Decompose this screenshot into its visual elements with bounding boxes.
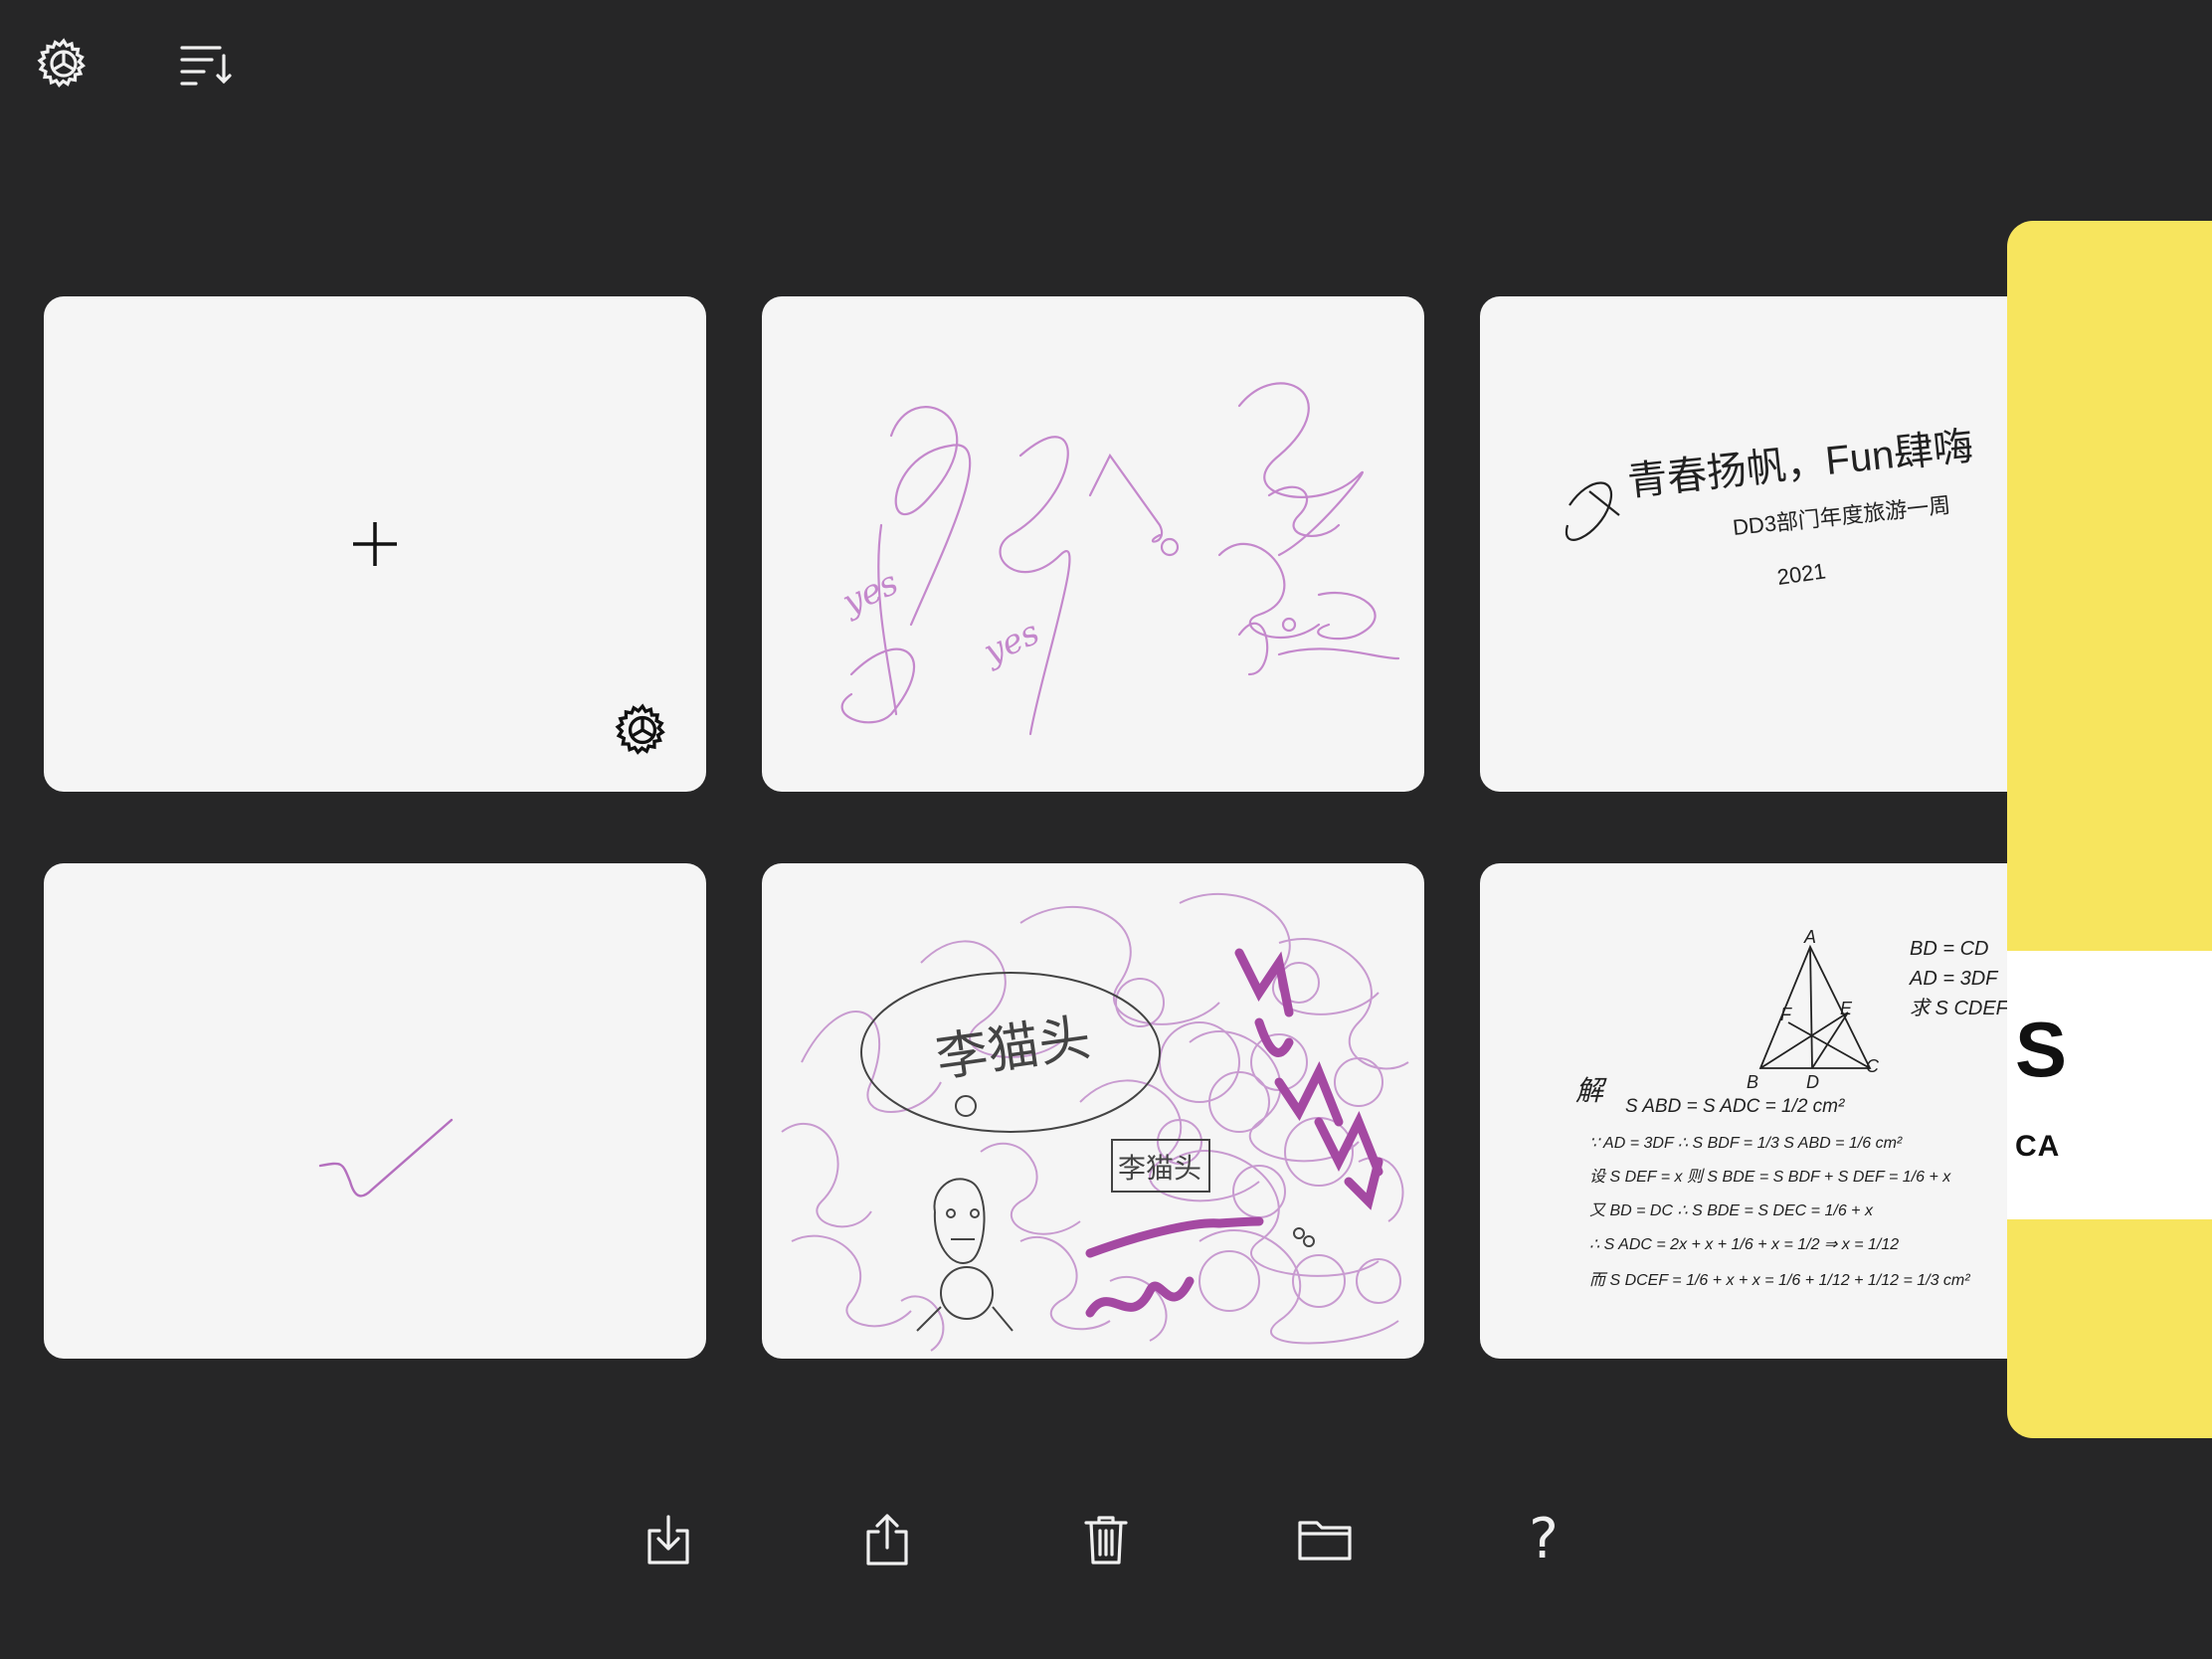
note-text: 李猫头 bbox=[933, 1010, 1095, 1088]
new-note-card[interactable] bbox=[44, 296, 706, 792]
note-text: DD3部门年度旅游一周 bbox=[1732, 492, 1951, 540]
plus-icon bbox=[353, 522, 397, 566]
side-panel-title: S bbox=[2015, 1006, 2068, 1093]
share-button[interactable] bbox=[851, 1504, 923, 1575]
note-text: 求 S CDEF bbox=[1910, 998, 2010, 1019]
trash-icon bbox=[1084, 1516, 1128, 1565]
note-text: F bbox=[1780, 1005, 1792, 1024]
note-card[interactable]: yes yes bbox=[762, 296, 1424, 792]
side-panel[interactable]: S CA bbox=[2007, 221, 2212, 1438]
delete-button[interactable] bbox=[1070, 1504, 1142, 1575]
note-text: yes bbox=[834, 563, 904, 624]
note-text: 又 BD = DC ∴ S BDE = S DEC = 1/6 + x bbox=[1589, 1202, 1874, 1219]
note-text: ∴ S ADC = 2x + x + 1/6 + x = 1/2 ⇒ x = 1… bbox=[1589, 1236, 1899, 1253]
note-text: 设 S DEF = x 则 S BDE = S BDF + S DEF = 1/… bbox=[1589, 1168, 1951, 1186]
folder-button[interactable] bbox=[1289, 1504, 1361, 1575]
note-text: 青春扬帆，Fun肆嗨 bbox=[1625, 425, 1975, 504]
note-text: yes bbox=[976, 613, 1045, 673]
note-thumbnail: yes yes bbox=[834, 382, 1400, 736]
note-text: D bbox=[1806, 1072, 1819, 1092]
note-card[interactable] bbox=[44, 863, 706, 1359]
sort-descending-icon bbox=[180, 46, 232, 86]
help-icon: ? bbox=[1529, 1507, 1559, 1571]
note-text: BD = CD bbox=[1910, 938, 1988, 960]
note-thumbnail: 李猫头 李猫头 bbox=[781, 893, 1409, 1352]
note-text: 而 S DCEF = 1/6 + x + x = 1/6 + 1/12 + 1/… bbox=[1589, 1272, 1970, 1289]
import-icon bbox=[647, 1515, 689, 1565]
note-thumbnail bbox=[318, 1118, 454, 1198]
sort-button[interactable] bbox=[169, 28, 241, 99]
note-text: B bbox=[1747, 1072, 1758, 1092]
note-text: 李猫头 bbox=[1118, 1153, 1201, 1184]
note-text: E bbox=[1840, 999, 1853, 1018]
note-card[interactable]: 李猫头 李猫头 bbox=[762, 863, 1424, 1359]
note-text: S ABD = S ADC = 1/2 cm² bbox=[1625, 1096, 1845, 1117]
gear-icon[interactable] bbox=[615, 702, 670, 758]
note-text: 2021 bbox=[1775, 558, 1827, 590]
note-text: ∵ AD = 3DF ∴ S BDF = 1/3 S ABD = 1/6 cm² bbox=[1589, 1135, 1903, 1152]
gear-icon bbox=[37, 38, 87, 89]
help-button[interactable]: ? bbox=[1508, 1504, 1579, 1575]
side-panel-subtitle: CA bbox=[2015, 1130, 2061, 1163]
import-button[interactable] bbox=[633, 1504, 704, 1575]
note-text: A bbox=[1803, 927, 1816, 947]
note-text: C bbox=[1866, 1056, 1880, 1076]
note-text: 解 bbox=[1575, 1075, 1607, 1106]
note-text: AD = 3DF bbox=[1909, 968, 1999, 990]
folder-icon bbox=[1298, 1521, 1352, 1561]
settings-button[interactable] bbox=[28, 28, 99, 99]
share-icon bbox=[866, 1514, 908, 1566]
